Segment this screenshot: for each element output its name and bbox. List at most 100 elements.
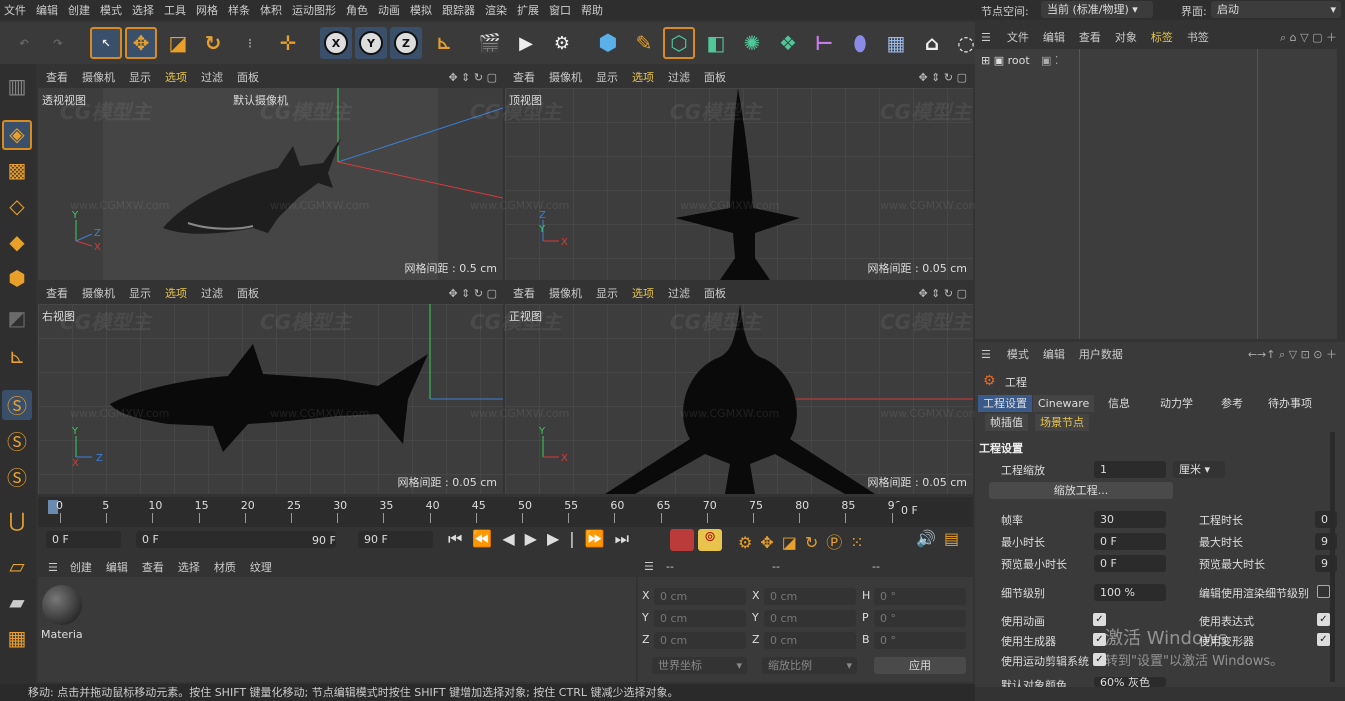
snap-icon[interactable]: Ⓢ bbox=[2, 390, 32, 420]
vp-menu-filter[interactable]: 过滤 bbox=[668, 69, 690, 85]
material-name[interactable]: Materia bbox=[41, 628, 83, 641]
key-pla-icon[interactable]: ⁙ bbox=[850, 533, 871, 552]
grid-icon[interactable]: ▦ bbox=[2, 626, 32, 656]
world-coord-select[interactable]: 世界坐标 ▾ bbox=[652, 657, 747, 674]
key-rotation-icon[interactable]: ↻ bbox=[805, 533, 826, 552]
attr-menu-edit[interactable]: 编辑 bbox=[1043, 346, 1065, 362]
lock-z-button[interactable]: Z bbox=[390, 27, 422, 59]
vp-menu-view[interactable]: 查看 bbox=[46, 285, 68, 301]
hamburger-icon[interactable]: ☰ bbox=[644, 560, 654, 573]
apply-button[interactable]: 应用 bbox=[874, 657, 966, 674]
vp-menu-panel[interactable]: 面板 bbox=[704, 69, 726, 85]
vp-menu-panel[interactable]: 面板 bbox=[237, 69, 259, 85]
menu-extensions[interactable]: 扩展 bbox=[517, 2, 539, 18]
layout-select[interactable]: 启动 ▾ bbox=[1211, 1, 1341, 18]
vp-menu-panel[interactable]: 面板 bbox=[704, 285, 726, 301]
scale-project-button[interactable]: 缩放工程... bbox=[989, 482, 1173, 499]
next-frame-icon[interactable]: ▶| bbox=[547, 529, 585, 548]
menu-animate[interactable]: 动画 bbox=[378, 2, 400, 18]
quantize-icon[interactable]: Ⓢ bbox=[2, 462, 32, 492]
menu-volume[interactable]: 体积 bbox=[260, 2, 282, 18]
vp-menu-display[interactable]: 显示 bbox=[129, 285, 151, 301]
nav-arrows-icon[interactable]: ←→↑ ⌕ ▽ ⊡ ⊙ ＋ bbox=[1248, 346, 1337, 362]
rotate-icon[interactable]: ↻ bbox=[197, 27, 229, 59]
tab-cineware[interactable]: Cineware bbox=[1033, 395, 1095, 412]
keyframe-selection-icon[interactable]: ⚙ bbox=[738, 533, 760, 552]
scrollbar[interactable] bbox=[1330, 432, 1335, 682]
add-tool-icon[interactable]: ✛ bbox=[272, 27, 304, 59]
current-frame-field[interactable]: 0 F bbox=[895, 502, 967, 519]
obj-menu-edit[interactable]: 编辑 bbox=[1043, 29, 1065, 45]
viewport-nav-icon[interactable]: ✥ ⇕ ↻ ▢ bbox=[448, 71, 497, 84]
menu-mode[interactable]: 模式 bbox=[100, 2, 122, 18]
mat-menu-select[interactable]: 选择 bbox=[178, 559, 200, 575]
attr-menu-mode[interactable]: 模式 bbox=[1007, 346, 1029, 362]
vp-menu-options[interactable]: 选项 bbox=[632, 69, 654, 85]
vp-menu-options[interactable]: 选项 bbox=[165, 69, 187, 85]
coord-value-field[interactable]: 0 ° bbox=[874, 632, 966, 649]
menu-edit[interactable]: 编辑 bbox=[36, 2, 58, 18]
vp-menu-camera[interactable]: 摄像机 bbox=[82, 69, 115, 85]
hamburger-icon[interactable]: ☰ bbox=[981, 348, 991, 361]
visibility-icon[interactable]: ▣ ⁚ bbox=[1041, 54, 1058, 67]
vp-menu-options[interactable]: 选项 bbox=[632, 285, 654, 301]
mat-menu-edit[interactable]: 编辑 bbox=[106, 559, 128, 575]
vp-menu-view[interactable]: 查看 bbox=[46, 69, 68, 85]
viewport-nav-icon[interactable]: ✥ ⇕ ↻ ▢ bbox=[918, 287, 967, 300]
vp-menu-panel[interactable]: 面板 bbox=[237, 285, 259, 301]
next-key-icon[interactable]: ⏩ bbox=[585, 529, 615, 548]
range-start-field[interactable]: 0 F bbox=[136, 531, 336, 548]
lock-y-button[interactable]: Y bbox=[355, 27, 387, 59]
render-view-icon[interactable]: 🎬 bbox=[474, 27, 506, 59]
attr-menu-userdata[interactable]: 用户数据 bbox=[1079, 346, 1123, 362]
axis-mode-icon[interactable]: ⊾ bbox=[2, 344, 32, 374]
render-picture-viewer-icon[interactable]: ▶ bbox=[510, 27, 542, 59]
default-color-select[interactable]: 60% 灰色 bbox=[1094, 677, 1166, 687]
vp-menu-camera[interactable]: 摄像机 bbox=[549, 69, 582, 85]
min-time-field[interactable]: 0 F bbox=[1094, 533, 1166, 550]
render-lod-checkbox[interactable] bbox=[1317, 585, 1330, 598]
texture-mode-icon[interactable]: ▩ bbox=[2, 158, 32, 188]
coordinate-system-icon[interactable]: ⊾ bbox=[428, 27, 460, 59]
menu-select[interactable]: 选择 bbox=[132, 2, 154, 18]
live-select-icon[interactable]: ↖ bbox=[90, 27, 122, 59]
timeline-ruler[interactable]: 051015202530354045505560657075808590 0 F bbox=[38, 497, 973, 530]
material-thumbnail[interactable] bbox=[42, 585, 82, 625]
menu-mesh[interactable]: 网格 bbox=[196, 2, 218, 18]
menu-create[interactable]: 创建 bbox=[68, 2, 90, 18]
menu-render[interactable]: 渲染 bbox=[485, 2, 507, 18]
film-icon[interactable]: ▤ bbox=[944, 529, 959, 548]
sound-icon[interactable]: 🔊 bbox=[916, 529, 936, 548]
vp-menu-filter[interactable]: 过滤 bbox=[201, 285, 223, 301]
points-mode-icon[interactable]: ◇ bbox=[2, 194, 32, 224]
vp-menu-filter[interactable]: 过滤 bbox=[668, 285, 690, 301]
lock-x-button[interactable]: X bbox=[320, 27, 352, 59]
vp-menu-options[interactable]: 选项 bbox=[165, 285, 187, 301]
tab-scene-nodes[interactable]: 场景节点 bbox=[1035, 414, 1089, 431]
coord-value-field[interactable]: 0 cm bbox=[654, 632, 746, 649]
tab-todo[interactable]: 待办事项 bbox=[1263, 395, 1317, 412]
pen-icon[interactable]: ✎ bbox=[628, 27, 660, 59]
use-deformers-checkbox[interactable]: ✓ bbox=[1317, 633, 1330, 646]
viewport-nav-icon[interactable]: ✥ ⇕ ↻ ▢ bbox=[918, 71, 967, 84]
tab-dynamics[interactable]: 动力学 bbox=[1155, 395, 1198, 412]
project-unit-select[interactable]: 厘米 ▾ bbox=[1173, 461, 1225, 478]
tab-reference[interactable]: 参考 bbox=[1216, 395, 1248, 412]
project-scale-field[interactable]: 1 bbox=[1094, 461, 1166, 478]
menu-file[interactable]: 文件 bbox=[4, 2, 26, 18]
menu-mograph[interactable]: 运动图形 bbox=[292, 2, 336, 18]
coord-value-field[interactable]: 0 cm bbox=[764, 610, 856, 627]
preview-min-field[interactable]: 0 F bbox=[1094, 555, 1166, 572]
make-editable-icon[interactable]: ▥ bbox=[2, 74, 32, 104]
camera-icon[interactable]: ⌂ bbox=[916, 27, 948, 59]
vp-menu-display[interactable]: 显示 bbox=[596, 285, 618, 301]
mat-menu-texture[interactable]: 纹理 bbox=[250, 559, 272, 575]
object-row-root[interactable]: ⊞ ▣ root bbox=[981, 54, 1030, 67]
prev-key-icon[interactable]: ⏪ bbox=[472, 529, 502, 548]
menu-window[interactable]: 窗口 bbox=[549, 2, 571, 18]
menu-help[interactable]: 帮助 bbox=[581, 2, 603, 18]
render-settings-icon[interactable]: ⚙ bbox=[546, 27, 578, 59]
polygons-mode-icon[interactable]: ⬢ bbox=[2, 266, 32, 296]
floor-icon[interactable]: ▦ bbox=[880, 27, 912, 59]
coord-value-field[interactable]: 0 cm bbox=[764, 632, 856, 649]
